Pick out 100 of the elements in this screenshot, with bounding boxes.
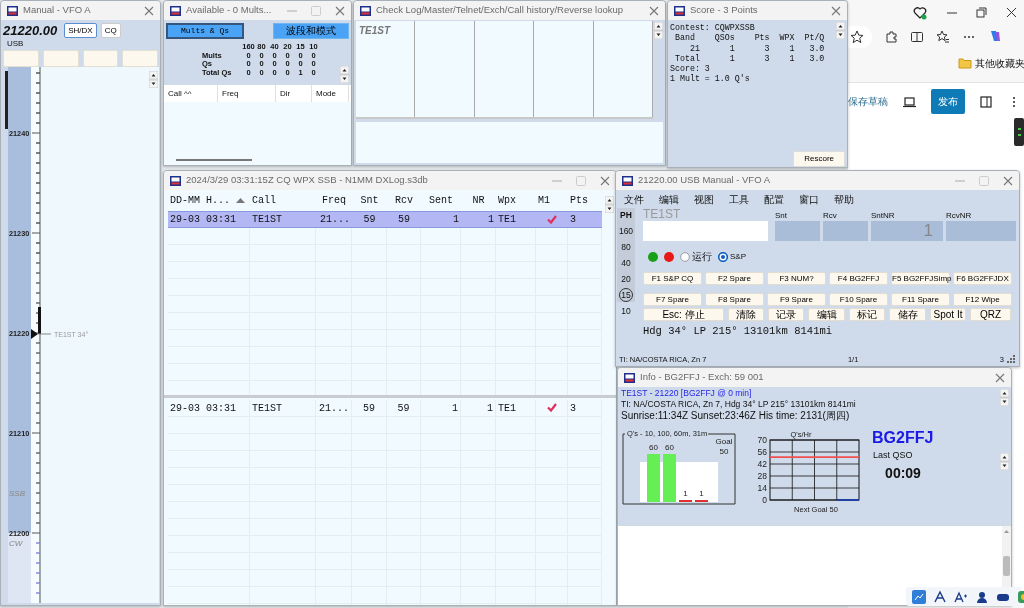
table-row[interactable]: 29-03 03:31 TE1ST 21... 59 59 1 1 TE1 3 (168, 400, 602, 417)
function-key[interactable]: F5 BG2FFJSimp (891, 272, 950, 285)
function-key[interactable]: F12 Wipe (953, 293, 1012, 306)
scrollbar-thumb[interactable] (176, 159, 252, 161)
heart-monitor-icon[interactable] (913, 6, 927, 20)
data-label: 60 (649, 443, 658, 452)
function-key[interactable]: 清除 (728, 308, 764, 321)
scroll-arrows-icon[interactable] (654, 22, 663, 39)
menu-item[interactable]: 文件 (624, 192, 644, 208)
sidebar-icon[interactable] (979, 94, 993, 109)
column-header[interactable]: Wpx (496, 190, 536, 211)
function-key[interactable]: F9 Spare (767, 293, 826, 306)
split-screen-icon[interactable] (910, 30, 924, 44)
toggle-button[interactable]: 波段和模式 (273, 23, 349, 39)
chart-icon[interactable] (912, 589, 926, 604)
scroll-arrows-icon[interactable] (1000, 453, 1009, 470)
function-key[interactable]: 编辑 (808, 308, 845, 321)
window-title: Info - BG2FFJ - Exch: 59 001 (640, 370, 765, 385)
function-key[interactable]: 储存 (889, 308, 926, 321)
address-bar[interactable] (848, 26, 872, 48)
axis-tick-label: 0 (762, 495, 767, 505)
function-key[interactable]: Spot It (930, 308, 966, 321)
column-header[interactable]: Call (250, 190, 316, 211)
table-cell: 59 (387, 400, 421, 417)
restore-icon[interactable] (975, 6, 987, 20)
scroll-thumb[interactable] (5, 71, 8, 129)
close-icon[interactable] (1005, 6, 1018, 20)
function-key[interactable]: F3 NUM? (767, 272, 826, 285)
menu-item[interactable]: 视图 (694, 192, 714, 208)
scroll-arrows-icon[interactable] (149, 71, 158, 88)
laptop-icon[interactable] (902, 94, 917, 109)
rescore-button[interactable]: Rescore (793, 151, 845, 167)
column-header[interactable]: Pts (568, 190, 602, 211)
function-key[interactable]: F11 Spare (891, 293, 950, 306)
scroll-arrows-icon[interactable] (1000, 389, 1009, 406)
function-key[interactable]: F8 Spare (705, 293, 764, 306)
column-header[interactable]: Sent (421, 190, 461, 211)
star-icon[interactable] (850, 30, 864, 44)
function-key[interactable]: F2 Spare (705, 272, 764, 285)
publish-button[interactable]: 发布 (931, 89, 965, 114)
function-key[interactable]: F1 S&P CQ (643, 272, 702, 285)
bookmark-folder[interactable]: 其他收藏夹 (975, 55, 1024, 71)
band-button[interactable]: 20 (619, 271, 633, 286)
scroll-arrows-icon[interactable] (836, 22, 845, 39)
exchange-field[interactable] (775, 221, 820, 241)
toggle-button[interactable]: Mults & Qs (166, 23, 244, 39)
extensions-icon[interactable] (884, 30, 898, 44)
window-title: Check Log/Master/Telnet/Exch/Call history/Reverse lookup (376, 3, 625, 18)
menu-item[interactable]: 窗口 (799, 192, 819, 208)
exchange-field[interactable] (946, 221, 1016, 241)
last-qso-time: 00:09 (884, 463, 922, 483)
mode-button[interactable]: SH/DX (64, 23, 97, 38)
sort-arrow-icon[interactable] (236, 197, 245, 204)
mode-button[interactable]: CQ (100, 23, 121, 38)
function-key[interactable]: Esc: 停止 (643, 308, 724, 321)
info-line[interactable]: TE1ST - 21220 [BG2FFJ @ 0 min] (621, 388, 997, 399)
table-cell: 1 (461, 211, 496, 228)
function-key[interactable]: QRZ (970, 308, 1011, 321)
column-header[interactable]: Freq (316, 190, 352, 211)
resize-grip-icon[interactable] (1007, 355, 1016, 364)
chart-line (835, 499, 860, 501)
band-button[interactable]: 80 (619, 239, 633, 254)
band-button[interactable]: 10 (619, 303, 633, 318)
text-style-icon[interactable] (933, 589, 947, 604)
spot-marker (31, 307, 52, 339)
side-panel-tab[interactable] (1014, 118, 1024, 146)
folder-icon[interactable] (958, 56, 972, 70)
column-header[interactable]: DD-MM H... (168, 190, 250, 211)
table-row[interactable]: 29-03 03:31 TE1ST 21... 59 59 1 1 TE1 3 (168, 211, 602, 228)
menu-item[interactable]: 帮助 (834, 192, 854, 208)
window-title: Available - 0 Mults... (186, 3, 273, 18)
scroll-arrows-icon[interactable] (340, 66, 349, 83)
save-draft-link[interactable]: 保存草稿 (848, 94, 888, 109)
function-key[interactable]: F4 BG2FFJ (829, 272, 888, 285)
band-button[interactable]: 40 (619, 255, 633, 270)
column-header[interactable]: Rcv (387, 190, 421, 211)
function-key[interactable]: F7 Spare (643, 293, 702, 306)
table-cell: TE1 (496, 400, 536, 417)
radio-button[interactable] (718, 251, 728, 262)
menu-item[interactable]: 配置 (764, 192, 784, 208)
function-key[interactable]: F6 BG2FFJDX (953, 272, 1012, 285)
function-key[interactable]: F10 Spare (829, 293, 888, 306)
function-key[interactable]: 标记 (849, 308, 885, 321)
column-header[interactable]: M1 (536, 190, 568, 211)
column-header[interactable]: Snt (352, 190, 387, 211)
column-header[interactable]: NR (461, 190, 496, 211)
exchange-field[interactable] (823, 221, 868, 241)
font-size-icon[interactable] (954, 589, 968, 604)
call-input[interactable] (643, 221, 768, 241)
menu-item[interactable]: 工具 (729, 192, 749, 208)
data-label: 1 (683, 489, 688, 498)
user-icon[interactable] (975, 589, 989, 604)
menu-item[interactable]: 编辑 (659, 192, 679, 208)
score-line: Total 1 3 1 3.0 (673, 53, 826, 65)
radio-button[interactable] (680, 251, 690, 262)
favorites-icon[interactable] (936, 30, 950, 44)
band-button[interactable]: 160 (616, 223, 636, 238)
callsign: BG2FFJ (872, 429, 935, 447)
function-key[interactable]: 记录 (768, 308, 804, 321)
scroll-arrows-icon[interactable] (605, 196, 614, 213)
